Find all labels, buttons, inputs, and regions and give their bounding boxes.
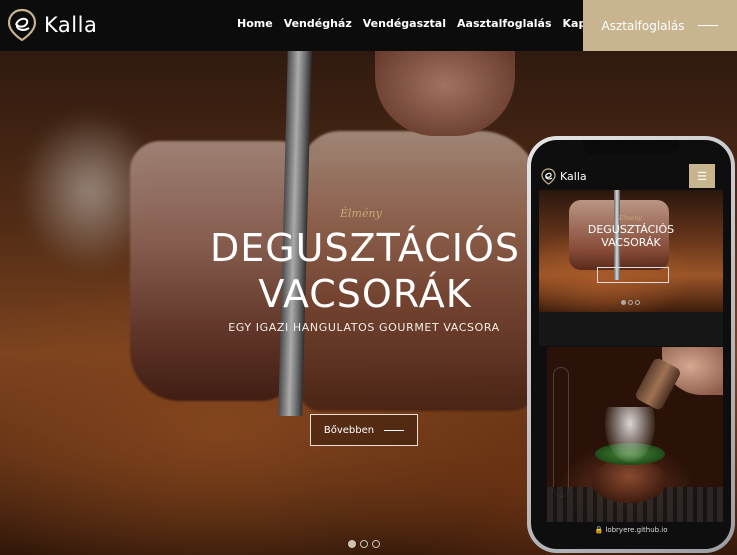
phone-more-button[interactable] bbox=[597, 267, 669, 283]
more-button-label: Bővebben bbox=[323, 424, 375, 436]
phone-notch bbox=[583, 140, 679, 154]
arrow-line-icon bbox=[384, 429, 405, 431]
arrow-line-icon bbox=[698, 25, 719, 26]
phone-url-bar: 🔒 lobryere.github.io bbox=[594, 526, 668, 534]
steak-photo bbox=[547, 347, 723, 522]
nav-vendeghaz[interactable]: Vendégház bbox=[284, 17, 352, 30]
slider-dot-2[interactable] bbox=[360, 540, 368, 548]
phone-screen: Kalla ☰ Élmény DEGUSZTÁCIÓS VACSORÁK 🔒 l… bbox=[531, 140, 731, 549]
phone-hero-script: Élmény bbox=[619, 215, 642, 222]
hero-title: DEGUSZTÁCIÓS VACSORÁK bbox=[209, 226, 521, 316]
slider-dots bbox=[348, 540, 380, 548]
hamburger-menu-icon: ☰ bbox=[697, 170, 707, 183]
logo[interactable]: Kalla bbox=[7, 8, 97, 42]
phone-hero-title: DEGUSZTÁCIÓS VACSORÁK bbox=[587, 223, 675, 249]
kalla-logo-icon bbox=[541, 167, 556, 185]
nav-vendegasztal[interactable]: Vendégasztal bbox=[363, 17, 446, 30]
kalla-logo-icon bbox=[7, 8, 37, 42]
phone-brand-name: Kalla bbox=[560, 169, 587, 183]
hamburger-menu-button[interactable]: ☰ bbox=[689, 164, 715, 188]
brand-name: Kalla bbox=[44, 13, 98, 37]
hero-subtitle: EGY IGAZI HANGULATOS GOURMET VACSORA bbox=[228, 321, 500, 334]
book-table-button[interactable]: Asztalfoglalás bbox=[583, 0, 737, 51]
phone-section-divider bbox=[539, 312, 723, 346]
phone-hero: Élmény DEGUSZTÁCIÓS VACSORÁK bbox=[539, 190, 723, 312]
phone-slider-dots bbox=[621, 300, 640, 305]
phone-logo[interactable]: Kalla bbox=[541, 167, 587, 185]
hero-script-label: Élmény bbox=[340, 207, 382, 220]
main-nav: Home Vendégház Vendégasztal Aasztalfogla… bbox=[237, 17, 623, 30]
book-table-label: Asztalfoglalás bbox=[601, 18, 685, 33]
slider-dot-3[interactable] bbox=[372, 540, 380, 548]
phone-mockup: Kalla ☰ Élmény DEGUSZTÁCIÓS VACSORÁK 🔒 l… bbox=[527, 136, 735, 553]
nav-home[interactable]: Home bbox=[237, 17, 273, 30]
more-button[interactable]: Bővebben bbox=[310, 414, 418, 446]
phone-header: Kalla ☰ bbox=[541, 162, 721, 190]
site-header: Kalla Home Vendégház Vendégasztal Aaszta… bbox=[0, 0, 737, 51]
slider-dot-1[interactable] bbox=[348, 540, 356, 548]
nav-asztalfoglalas[interactable]: Aasztalfoglalás bbox=[457, 17, 552, 30]
